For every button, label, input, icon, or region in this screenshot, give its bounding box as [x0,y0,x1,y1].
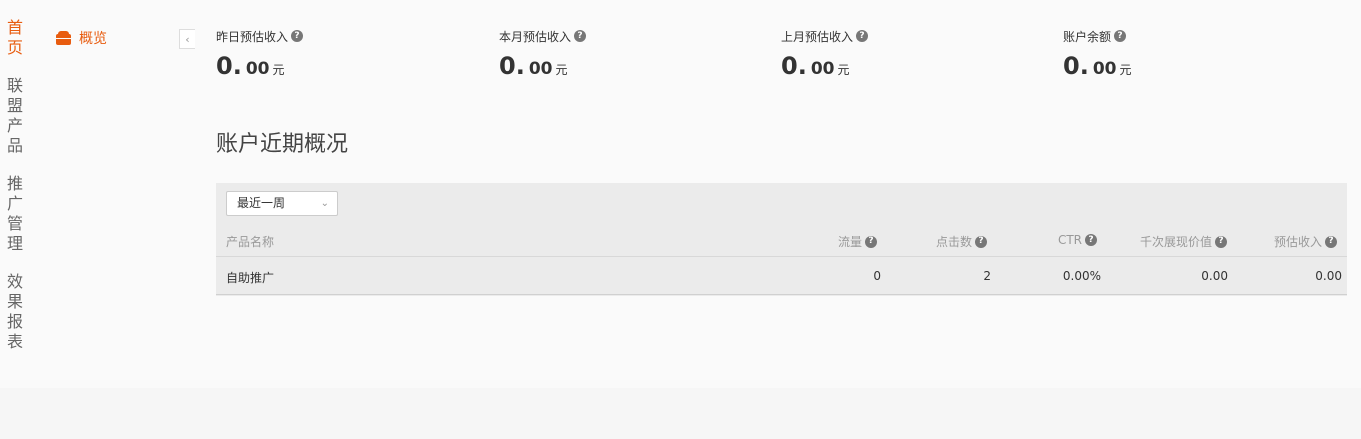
collapse-sidebar-button[interactable]: ‹ [179,29,195,49]
help-icon[interactable]: ? [1114,30,1127,42]
stat-last-month-earnings: 上月预估收入 ? 0. 00 元 [781,28,869,80]
stat-value-dec: 00 [810,59,835,79]
chevron-left-icon: ‹ [185,32,190,46]
sub-sidebar: 概览 [56,28,107,48]
stat-value-dec: 00 [1092,59,1117,79]
stat-value-dec: 00 [245,59,270,79]
main-vertical-nav: 首页 联盟产品 推广管理 效果报表 [0,18,30,370]
sidebar-item-label: 概览 [79,31,107,47]
cell-cpm-value: 0.00 [1201,269,1228,283]
stat-value-int: 0. [499,52,525,80]
footer-area [0,388,1361,439]
cell-ctr: 0.00% [1062,269,1101,283]
recent-overview-panel: 最近一周 ⌄ 产品名称 流量 ? 点击数 ? CTR ? 千次展现价值 ? 预估… [216,183,1347,296]
cell-product: 自助推广 [226,271,275,285]
period-select-value: 最近一周 [237,196,286,210]
stat-unit: 元 [272,63,285,77]
column-header-clicks: 点击数 ? [936,233,987,250]
stat-label: 账户余额 [1063,29,1112,44]
nav-item-promotion-management[interactable]: 推广管理 [7,174,23,254]
stat-account-balance: 账户余额 ? 0. 00 元 [1063,28,1132,81]
help-icon[interactable]: ? [1085,234,1097,246]
nav-item-home[interactable]: 首页 [7,18,23,58]
help-icon[interactable]: ? [975,235,987,248]
period-select[interactable]: 最近一周 ⌄ [226,191,338,216]
stat-value-int: 0. [216,52,242,80]
stat-yesterday-earnings: 昨日预估收入 ? 0. 00 元 [216,28,304,80]
table-row: 自助推广 0 2 0.00% 0.00 0.00 [216,258,1347,295]
sidebar-item-overview[interactable]: 概览 [56,28,107,48]
help-icon[interactable]: ? [1325,235,1337,248]
nav-item-performance-reports[interactable]: 效果报表 [7,272,23,352]
stat-unit: 元 [555,63,568,77]
help-icon[interactable]: ? [856,30,869,42]
cell-traffic: 0 [873,269,881,283]
column-header-ctr: CTR ? [1058,233,1097,247]
chevron-down-icon: ⌄ [320,198,329,209]
stat-label: 昨日预估收入 [216,29,289,44]
nav-item-union-products[interactable]: 联盟产品 [7,76,23,156]
stat-label: 本月预估收入 [499,29,572,44]
column-header-product: 产品名称 [226,235,275,249]
stat-unit: 元 [1119,63,1132,77]
cell-clicks: 2 [983,269,991,283]
cell-estimated-earnings: 0.00 [1315,269,1342,283]
stat-unit: 元 [837,63,850,77]
earnings-stats: 昨日预估收入 ? 0. 00 元 本月预估收入 ? 0. 00 元 上月预估收入 [216,28,1356,88]
column-header-traffic: 流量 ? [838,233,877,250]
table-header: 产品名称 流量 ? 点击数 ? CTR ? 千次展现价值 ? 预估收入 ? [216,231,1347,257]
help-icon[interactable]: ? [574,30,587,42]
section-title: 账户近期概况 [216,132,349,157]
column-header-estimated-earnings: 预估收入 ? [1274,233,1337,250]
stat-month-earnings: 本月预估收入 ? 0. 00 元 [499,28,587,80]
help-icon[interactable]: ? [1215,235,1227,248]
stat-value-int: 0. [781,52,807,80]
column-header-cpm-value: 千次展现价值 ? [1140,233,1227,250]
stat-label: 上月预估收入 [781,29,854,44]
stat-value-int: 0. [1063,52,1089,80]
stat-value-dec: 00 [528,59,553,79]
page: 首页 联盟产品 推广管理 效果报表 概览 ‹ 昨日预估收入 ? 0. 00 元 … [0,0,1361,439]
help-icon[interactable]: ? [291,30,304,42]
help-icon[interactable]: ? [865,235,877,248]
home-icon [56,31,71,45]
